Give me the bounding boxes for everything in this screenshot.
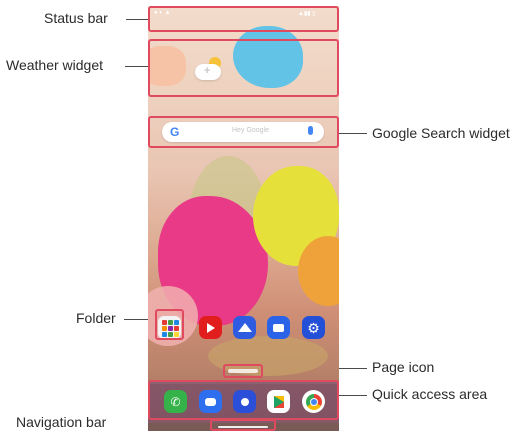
status-bar-highlight [148,6,339,32]
search-widget-highlight [148,116,339,148]
gear-icon: ⚙ [307,319,320,336]
callout-line [339,133,367,134]
callout-page-icon: Page icon [372,359,435,375]
navigation-bar-highlight [210,419,276,431]
callout-weather-widget: Weather widget [6,57,104,73]
play-triangle-icon [206,322,215,333]
home-screen: ● ◐ ▲ ▲▮▮ ▯ + G Hey Google ⚙ ✆ [148,6,339,431]
callout-line [126,19,148,20]
gallery-icon[interactable] [233,316,256,339]
page-icon-highlight [223,364,263,378]
callout-google-search-widget: Google Search widget [372,125,510,141]
folder-highlight [155,309,184,340]
video-call-icon[interactable] [267,316,290,339]
camera-shape-icon [273,323,284,332]
callout-line [125,66,148,67]
youtube-icon[interactable] [199,316,222,339]
weather-widget-highlight [148,39,339,97]
settings-icon[interactable]: ⚙ [302,316,325,339]
callout-quick-access-area: Quick access area [372,386,488,402]
callout-folder: Folder [76,310,116,326]
callout-navigation-bar: Navigation bar [16,414,107,430]
quick-access-highlight [148,380,339,420]
mountain-icon [237,323,252,332]
callout-status-bar: Status bar [44,10,108,26]
callout-line [339,395,367,396]
